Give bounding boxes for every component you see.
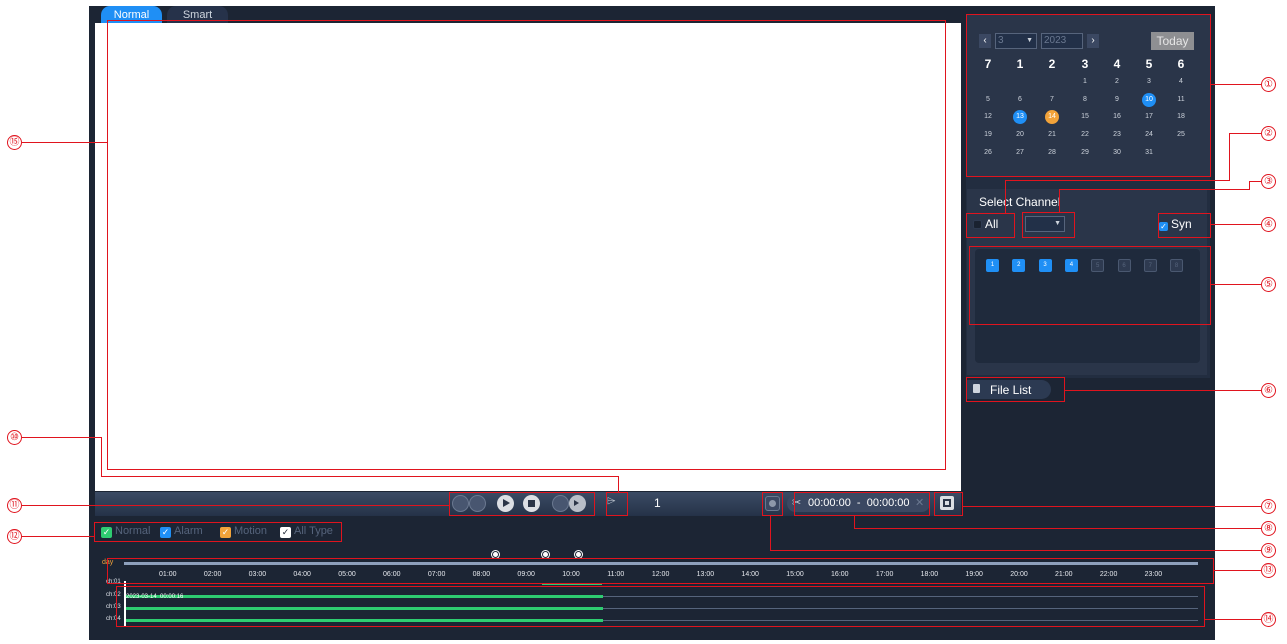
callout-5: ⑤ (1261, 277, 1276, 292)
leader-line-8 (854, 528, 1261, 529)
callout-10: ⑩ (7, 430, 22, 445)
callout-7: ⑦ (1261, 499, 1276, 514)
callout-frame-9 (762, 492, 783, 516)
callout-8: ⑧ (1261, 521, 1276, 536)
select-channel-title: Select Channel (979, 195, 1061, 209)
callout-14: ⑭ (1261, 612, 1276, 627)
leader-line-2 (1005, 180, 1229, 181)
callout-frame-10 (606, 492, 628, 516)
callout-11: ⑪ (7, 498, 22, 513)
callout-13: ⑬ (1261, 563, 1276, 578)
callout-frame-11 (449, 492, 595, 516)
leader-line-15 (22, 142, 108, 143)
callout-frame-6 (966, 377, 1065, 402)
leader-line-3 (1249, 181, 1261, 182)
leader-line-12 (22, 536, 95, 537)
leader-line-10 (22, 437, 102, 438)
leader-line-4 (1211, 224, 1261, 225)
leader-line-7 (963, 506, 1261, 507)
event-marker[interactable] (575, 551, 582, 558)
leader-line-13 (1214, 570, 1261, 571)
callout-frame-2 (966, 213, 1015, 238)
callout-frame-1 (966, 14, 1211, 177)
callout-9: ⑨ (1261, 543, 1276, 558)
callout-12: ⑫ (7, 529, 22, 544)
event-marker[interactable] (542, 551, 549, 558)
leader-line-10 (618, 476, 619, 493)
leader-line-2 (1005, 180, 1006, 214)
leader-line-9 (770, 516, 771, 550)
leader-line-1 (1211, 84, 1261, 85)
leader-line-14 (1205, 619, 1261, 620)
leader-line-5 (1211, 284, 1261, 285)
callout-frame-15 (107, 20, 946, 470)
leader-line-10 (101, 476, 619, 477)
callout-frame-4 (1158, 213, 1211, 238)
callout-frame-12 (94, 522, 342, 542)
leader-line-11 (22, 505, 450, 506)
callout-frame-5 (969, 246, 1211, 325)
callout-2: ② (1261, 126, 1276, 141)
leader-line-3 (1059, 189, 1249, 190)
callout-frame-3 (1022, 212, 1075, 238)
playback-screen: Normal Smart ‹ 3 ▼ 2023 › Today 7123456 1… (0, 0, 1287, 644)
callout-15: ⑮ (7, 135, 22, 150)
leader-line-6 (1065, 390, 1261, 391)
callout-6: ⑥ (1261, 383, 1276, 398)
callout-4: ④ (1261, 217, 1276, 232)
callout-frame-13 (107, 558, 1214, 584)
leader-line-10 (101, 437, 102, 477)
leader-line-9 (770, 550, 1261, 551)
callout-frame-14 (116, 586, 1205, 627)
callout-frame-7 (934, 492, 963, 516)
leader-line-3 (1249, 181, 1250, 190)
callout-3: ③ (1261, 174, 1276, 189)
leader-line-2 (1229, 133, 1261, 134)
leader-line-3 (1059, 189, 1060, 213)
leader-line-2 (1229, 133, 1230, 181)
callout-1: ① (1261, 77, 1276, 92)
play-speed-value: 1 (654, 496, 661, 510)
leader-line-8 (854, 516, 855, 528)
callout-frame-8 (794, 492, 930, 516)
event-marker[interactable] (492, 551, 499, 558)
